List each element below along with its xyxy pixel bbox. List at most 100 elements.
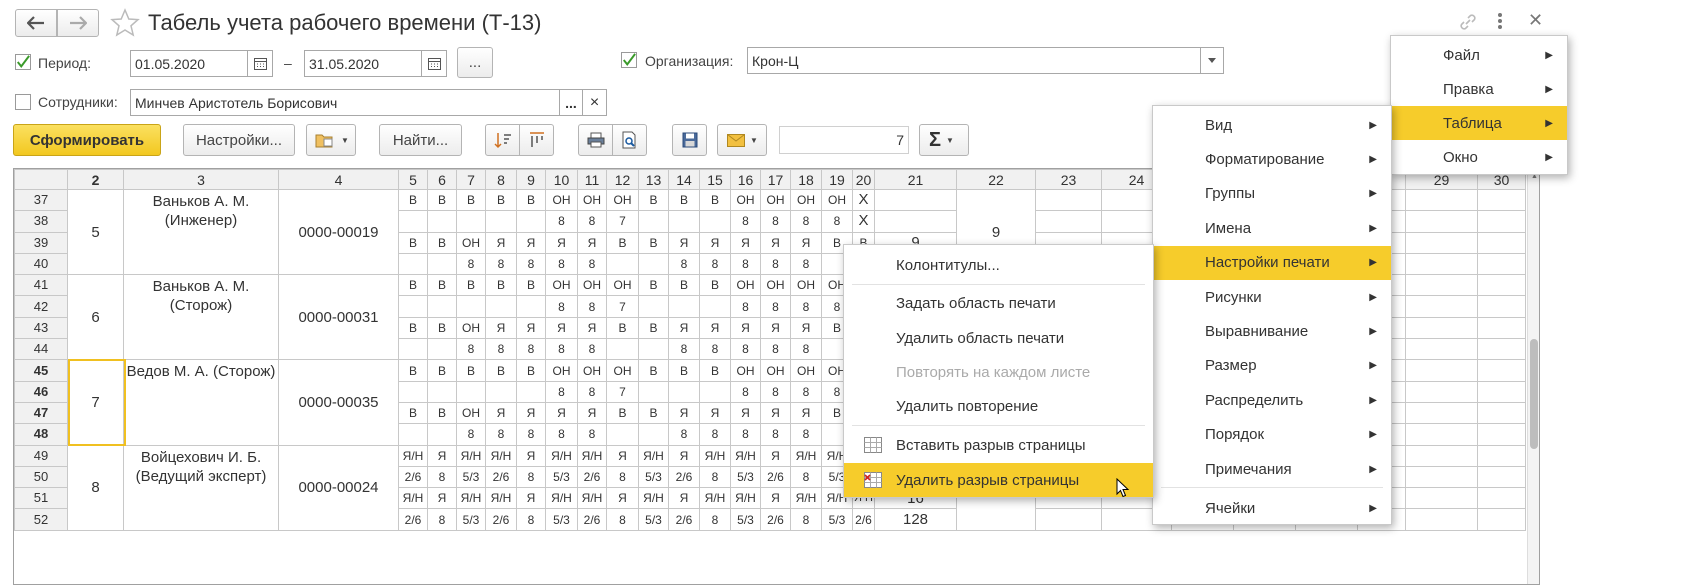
day-cell[interactable]: В — [398, 316, 428, 340]
day-cell[interactable]: 8 — [577, 252, 607, 276]
menu-item-table[interactable]: Таблица ▶ — [1391, 106, 1567, 140]
table-cell[interactable] — [1477, 401, 1526, 425]
day-cell[interactable]: 2/6 — [398, 508, 428, 531]
day-cell[interactable]: Я — [699, 401, 731, 425]
day-cell[interactable] — [668, 380, 700, 403]
employee-number-cell[interactable]: 8 — [67, 444, 124, 531]
day-cell[interactable]: 8 — [516, 508, 546, 531]
sort-ascending-button[interactable] — [485, 124, 520, 156]
employee-code-cell[interactable]: 0000-00019 — [278, 188, 399, 276]
column-header[interactable]: 5 — [398, 169, 428, 190]
day-cell[interactable]: 8 — [790, 252, 822, 276]
row-header[interactable]: 42 — [14, 295, 68, 318]
table-cell[interactable] — [1405, 401, 1478, 425]
corner-cell[interactable] — [14, 169, 68, 190]
day-cell[interactable]: Я/Н — [398, 487, 428, 510]
day-cell[interactable]: Я — [668, 316, 700, 340]
day-cell[interactable]: 8 — [699, 465, 731, 489]
day-cell[interactable]: Я — [485, 231, 517, 254]
day-cell[interactable]: 8 — [760, 423, 791, 446]
day-cell[interactable]: 8 — [545, 252, 578, 276]
table-cell[interactable] — [1405, 252, 1478, 276]
day-cell[interactable]: В — [398, 359, 428, 382]
day-cell[interactable]: Я/Н — [730, 487, 761, 510]
day-cell[interactable]: Я — [790, 231, 822, 254]
day-cell[interactable] — [427, 295, 457, 318]
day-cell[interactable]: Я/Н — [545, 487, 578, 510]
table-cell[interactable] — [1405, 295, 1478, 318]
table-cell[interactable] — [1405, 316, 1478, 340]
link-icon[interactable] — [1458, 12, 1478, 35]
table-cell[interactable] — [1405, 508, 1478, 531]
day-cell[interactable]: ОН — [606, 188, 639, 212]
table-cell[interactable] — [1405, 465, 1478, 489]
day-cell[interactable]: 8 — [790, 465, 822, 489]
day-cell[interactable]: В — [638, 359, 669, 382]
day-cell[interactable]: 8 — [699, 338, 731, 361]
day-cell[interactable]: Я — [427, 487, 457, 510]
table-cell[interactable] — [1405, 444, 1478, 467]
employee-name-cell[interactable]: Ваньков А. М. (Инженер) — [123, 188, 279, 276]
forward-button[interactable] — [57, 9, 99, 37]
day-cell[interactable]: 5/3 — [545, 508, 578, 531]
row-header[interactable]: 38 — [14, 210, 68, 233]
day-cell[interactable]: 8 — [699, 423, 731, 446]
day-cell[interactable]: ОН — [730, 359, 761, 382]
row-header[interactable]: 44 — [14, 338, 68, 361]
day-cell[interactable]: 8 — [456, 423, 486, 446]
day-cell[interactable]: В — [485, 188, 517, 212]
day-cell[interactable]: 8 — [545, 338, 578, 361]
day-cell[interactable]: 7 — [606, 210, 639, 233]
day-cell[interactable]: В — [427, 231, 457, 254]
day-cell[interactable]: В — [456, 188, 486, 212]
column-header[interactable]: 3 — [123, 169, 279, 190]
day-cell[interactable]: 8 — [456, 252, 486, 276]
table-cell[interactable] — [1477, 316, 1526, 340]
day-cell[interactable]: ОН — [545, 188, 578, 212]
day-cell[interactable]: Я — [485, 401, 517, 425]
close-icon[interactable]: ✕ — [1528, 10, 1543, 31]
table-cell[interactable] — [1477, 252, 1526, 276]
day-cell[interactable] — [638, 210, 669, 233]
day-cell[interactable]: 8 — [606, 508, 639, 531]
day-cell[interactable]: 8 — [730, 295, 761, 318]
day-cell[interactable]: 8 — [545, 210, 578, 233]
employees-select-button[interactable]: ... — [559, 89, 583, 116]
day-cell[interactable] — [699, 380, 731, 403]
day-cell[interactable]: ОН — [606, 359, 639, 382]
column-header[interactable]: 6 — [427, 169, 457, 190]
day-cell[interactable]: 2/6 — [398, 465, 428, 489]
date-from-input[interactable]: 01.05.2020 — [130, 50, 248, 77]
day-cell[interactable]: В — [699, 188, 731, 212]
back-button[interactable] — [15, 9, 57, 37]
day-cell[interactable]: Я — [516, 316, 546, 340]
menu-item-table-9[interactable]: Распределить ▶ — [1153, 383, 1391, 417]
table-cell[interactable] — [1477, 338, 1526, 361]
row-header[interactable]: 46 — [14, 380, 68, 403]
column-header[interactable]: 21 — [874, 169, 957, 190]
sum-button[interactable]: Σ ▼ — [919, 124, 969, 156]
day-cell[interactable] — [427, 380, 457, 403]
day-cell[interactable]: ОН — [577, 359, 607, 382]
day-cell[interactable]: ОН — [456, 316, 486, 340]
column-header[interactable]: 7 — [456, 169, 486, 190]
day-cell[interactable]: ОН — [606, 274, 639, 297]
day-cell[interactable] — [638, 423, 669, 446]
generate-button[interactable]: Сформировать — [13, 124, 161, 156]
day-cell[interactable] — [516, 210, 546, 233]
day-cell[interactable]: 5/3 — [730, 465, 761, 489]
day-cell[interactable]: 2/6 — [577, 465, 607, 489]
employee-code-cell[interactable]: 0000-00031 — [278, 274, 399, 361]
day-cell[interactable]: 8 — [760, 210, 791, 233]
day-cell[interactable] — [456, 295, 486, 318]
employee-name-cell[interactable]: Ведов М. А. (Сторож) — [123, 359, 279, 446]
day-cell[interactable]: В — [606, 401, 639, 425]
day-cell[interactable]: ОН — [821, 188, 853, 212]
day-cell[interactable]: 5/3 — [456, 465, 486, 489]
day-cell[interactable] — [638, 252, 669, 276]
day-cell[interactable]: 8 — [699, 252, 731, 276]
day-cell[interactable] — [456, 380, 486, 403]
day-cell[interactable]: 8 — [577, 295, 607, 318]
column-header[interactable]: 11 — [577, 169, 607, 190]
day-cell[interactable]: Я — [760, 487, 791, 510]
